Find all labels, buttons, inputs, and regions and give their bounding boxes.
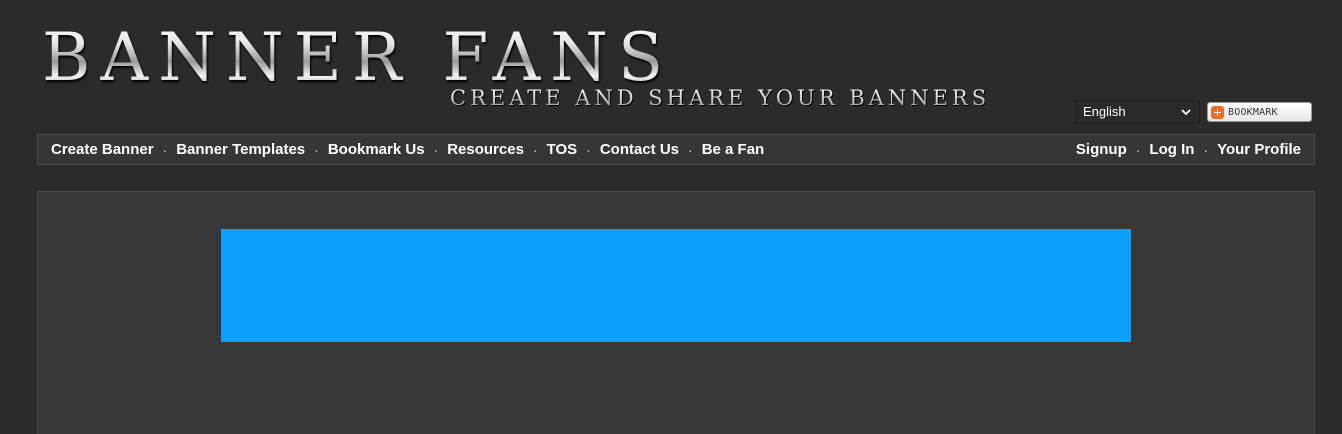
language-select-value: English [1083, 104, 1126, 119]
nav-right: Signup · Log In · Your Profile [1076, 141, 1301, 158]
nav-be-a-fan[interactable]: Be a Fan [702, 141, 765, 158]
nav-create-banner[interactable]: Create Banner [51, 141, 154, 158]
nav-tos[interactable]: TOS [547, 141, 578, 158]
bookmark-label: BOOKMARK [1228, 106, 1278, 118]
nav-separator: · [314, 141, 319, 158]
logo-title: BANNER FANS [42, 19, 674, 96]
plus-icon [1211, 105, 1224, 119]
main-nav: Create Banner · Banner Templates · Bookm… [37, 134, 1315, 165]
nav-bookmark-us[interactable]: Bookmark Us [328, 141, 425, 158]
nav-resources[interactable]: Resources [447, 141, 524, 158]
nav-separator: · [1203, 141, 1209, 158]
nav-contact-us[interactable]: Contact Us [600, 141, 679, 158]
nav-separator: · [586, 141, 591, 158]
chevron-down-icon [1181, 109, 1191, 116]
language-select[interactable]: English [1076, 100, 1200, 124]
nav-your-profile[interactable]: Your Profile [1217, 141, 1301, 158]
nav-separator: · [532, 141, 538, 158]
ad-banner[interactable] [221, 229, 1131, 342]
bookmark-button[interactable]: BOOKMARK [1207, 102, 1312, 122]
nav-separator: · [433, 141, 439, 158]
logo-tagline: CREATE AND SHARE YOUR BANNERS [450, 86, 991, 110]
nav-log-in[interactable]: Log In [1149, 141, 1194, 158]
nav-separator: · [688, 141, 693, 158]
nav-left: Create Banner · Banner Templates · Bookm… [51, 141, 764, 158]
main-content [37, 191, 1315, 434]
nav-signup[interactable]: Signup [1076, 141, 1127, 158]
nav-banner-templates[interactable]: Banner Templates [176, 141, 305, 158]
nav-separator: · [1135, 141, 1141, 158]
site-logo[interactable]: BANNER FANS CREATE AND SHARE YOUR BANNER… [40, 19, 986, 122]
nav-separator: · [162, 141, 168, 158]
page: BANNER FANS CREATE AND SHARE YOUR BANNER… [0, 0, 1342, 434]
